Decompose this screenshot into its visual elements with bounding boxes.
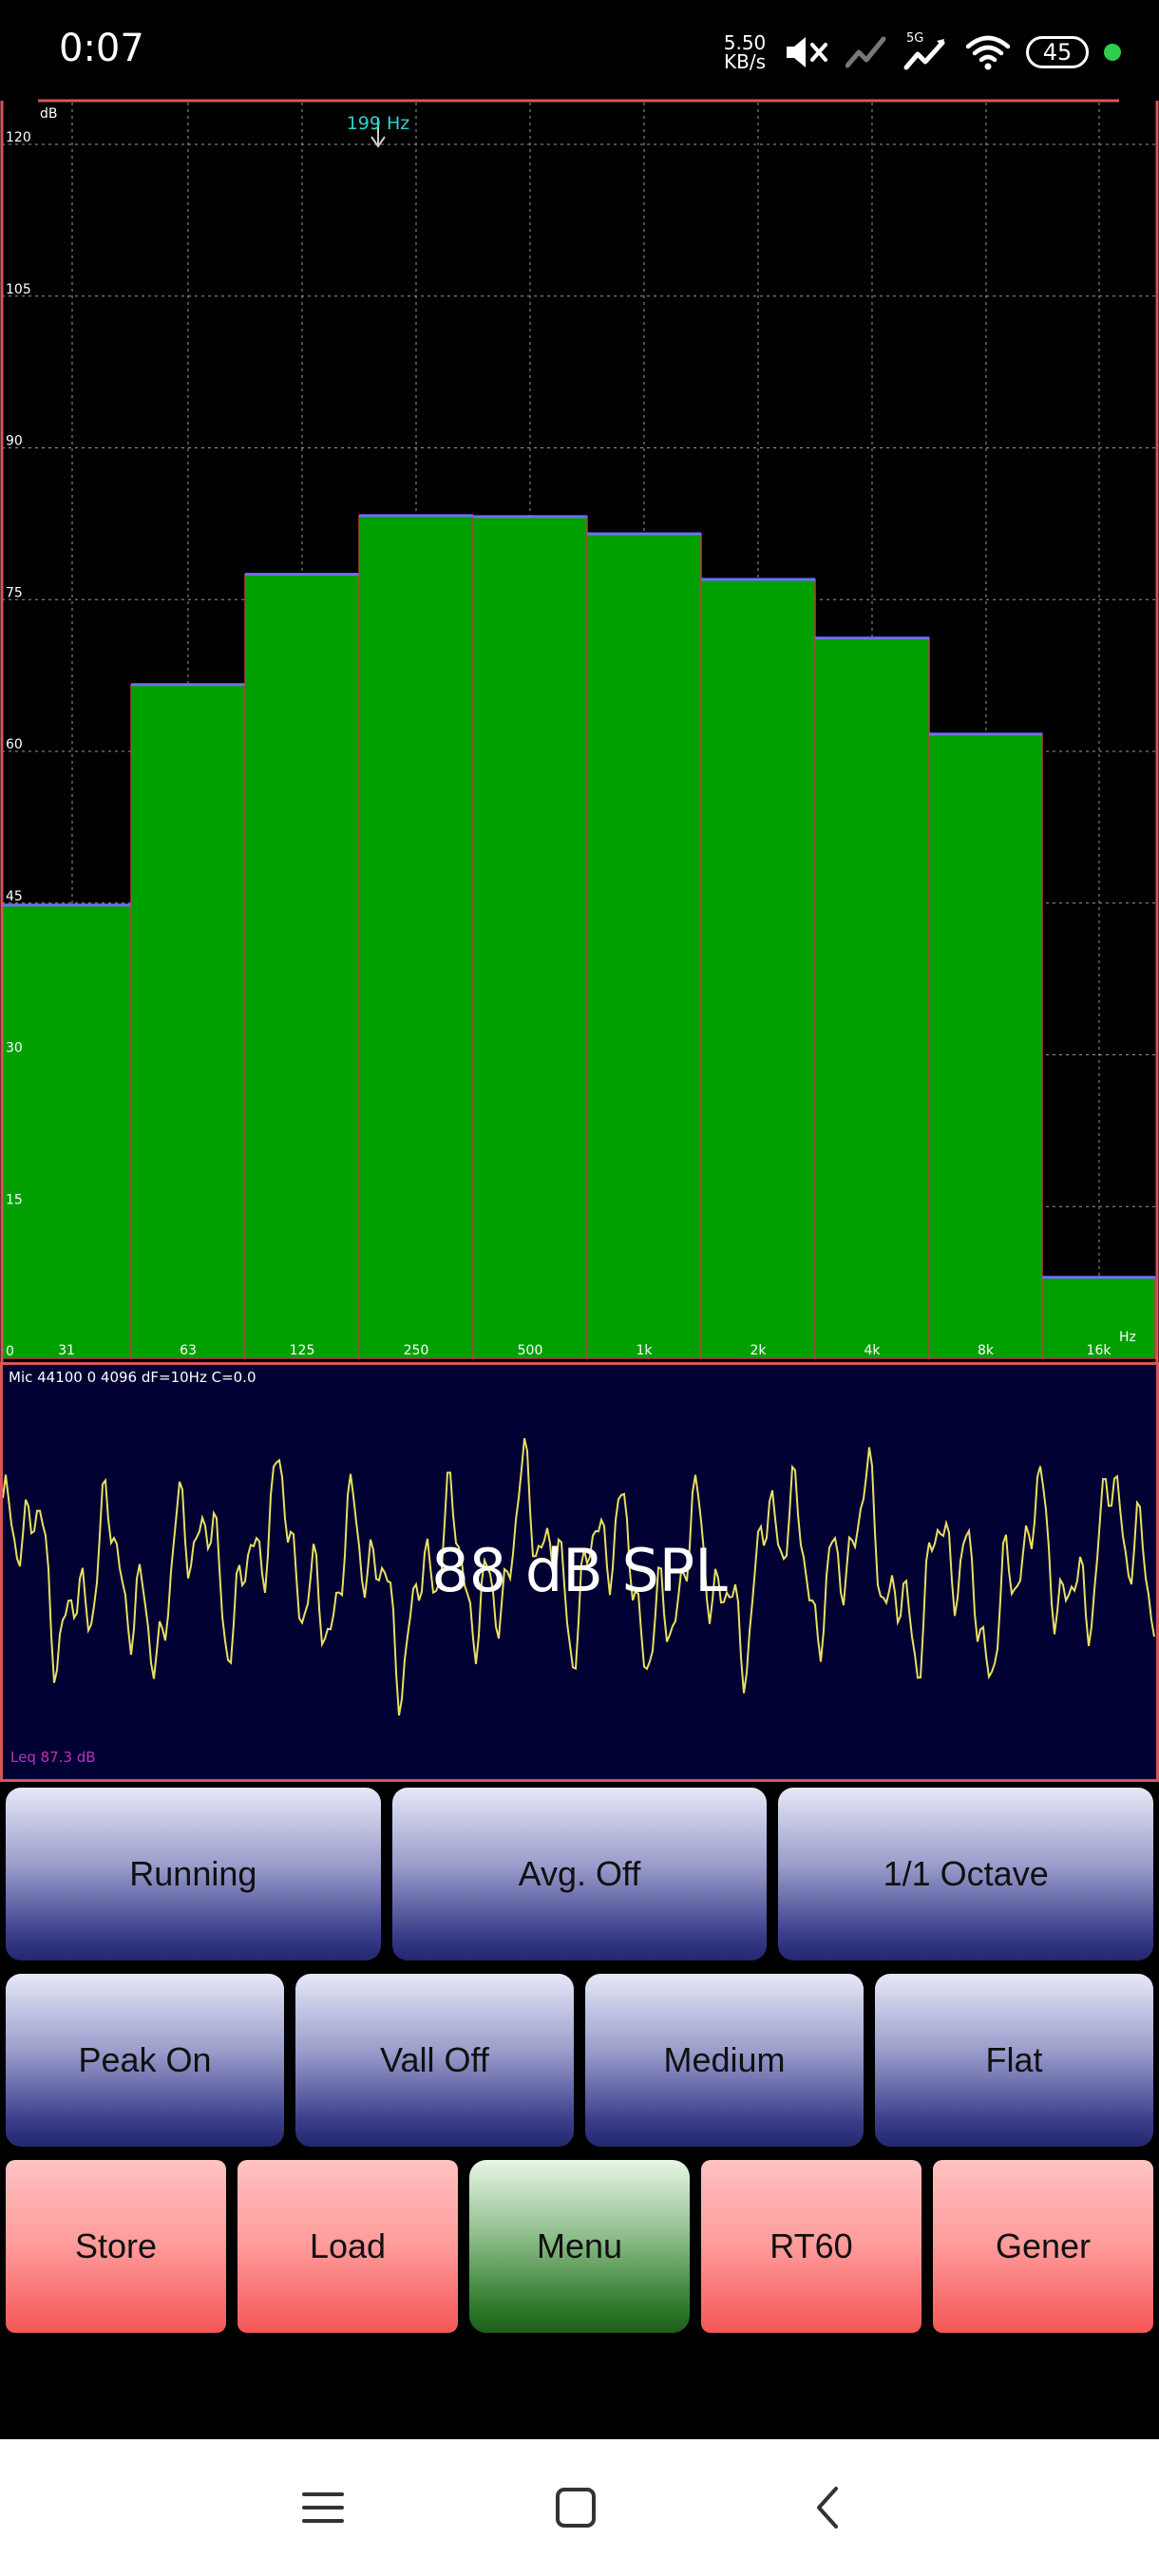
spectrum-panel[interactable]: 0 15 30 45 60 75 90 105 120 31 63 125 250 500 1k 2k 4k 8k… <box>0 99 1159 1362</box>
x-tick-label: 2k <box>750 1343 767 1358</box>
y-tick-label: 90 <box>6 434 23 449</box>
mute-icon <box>787 37 827 67</box>
button-row-3: Store Load Menu RT60 Gener <box>0 2160 1159 2333</box>
leq-label: Leq 87.3 dB <box>10 1749 96 1766</box>
signal-5g-icon: 5G <box>902 31 950 71</box>
weighting-button[interactable]: Flat <box>875 1974 1153 2147</box>
status-time: 0:07 <box>59 27 144 70</box>
spectrum-bar-4k <box>814 636 930 1359</box>
x-tick-label: 16k <box>1087 1343 1112 1358</box>
menu-button[interactable]: Menu <box>469 2160 690 2333</box>
y-tick-label: 120 <box>6 130 31 145</box>
spectrum-bar-63 <box>130 683 246 1359</box>
y-tick-label: 0 <box>6 1344 14 1359</box>
menu-icon[interactable] <box>300 2485 346 2530</box>
store-button[interactable]: Store <box>6 2160 226 2333</box>
privacy-dot-icon <box>1104 44 1121 61</box>
home-icon[interactable] <box>553 2485 598 2530</box>
x-tick-label: 8k <box>978 1343 995 1358</box>
spectrum-bar-500 <box>472 516 588 1359</box>
spectrum-chart[interactable]: 0 15 30 45 60 75 90 105 120 31 63 125 250 500 1k 2k 4k 8k… <box>0 99 1159 1362</box>
running-button[interactable]: Running <box>6 1788 381 1960</box>
speed-button[interactable]: Medium <box>585 1974 864 2147</box>
x-tick-label: 31 <box>58 1343 75 1358</box>
oscilloscope-panel[interactable]: Mic 44100 0 4096 dF=10Hz C=0.0 88 dB SPL… <box>0 1362 1159 1782</box>
y-tick-label: 60 <box>6 737 23 752</box>
button-row-2: Peak On Vall Off Medium Flat <box>0 1974 1159 2147</box>
button-row-1: Running Avg. Off 1/1 Octave <box>0 1788 1159 1960</box>
mic-info: Mic 44100 0 4096 dF=10Hz C=0.0 <box>9 1369 256 1386</box>
signal-icon <box>846 36 886 68</box>
y-tick-label: 30 <box>6 1041 23 1056</box>
spectrum-bar-2k <box>700 578 816 1359</box>
y-tick-label: 105 <box>6 282 31 297</box>
x-tick-label: 63 <box>180 1343 197 1358</box>
x-tick-label: 500 <box>518 1343 543 1358</box>
rt60-button[interactable]: RT60 <box>701 2160 922 2333</box>
battery-icon: 45 <box>1026 36 1089 68</box>
x-tick-label: 125 <box>290 1343 315 1358</box>
spectrum-bar-31 <box>1 904 132 1359</box>
spectrum-bar-125 <box>244 573 360 1359</box>
status-bar: 0:07 5.50 KB/s 5G 45 <box>0 0 1159 99</box>
average-button[interactable]: Avg. Off <box>391 1788 768 1960</box>
y-tick-label: 75 <box>6 585 23 600</box>
octave-button[interactable]: 1/1 Octave <box>778 1788 1154 1960</box>
x-unit-label: Hz <box>1119 1330 1136 1345</box>
y-unit-label: dB <box>40 106 58 122</box>
spectrum-bar-8k <box>928 733 1043 1359</box>
wifi-icon <box>965 35 1011 70</box>
y-tick-label: 45 <box>6 889 23 904</box>
back-icon[interactable] <box>806 2485 851 2530</box>
generator-button[interactable]: Gener <box>933 2160 1153 2333</box>
navigation-bar <box>0 2439 1159 2576</box>
net-speed-value: 5.50 <box>723 31 767 54</box>
x-tick-label: 250 <box>404 1343 429 1358</box>
x-tick-label: 4k <box>864 1343 881 1358</box>
spectrum-bar-250 <box>358 515 474 1359</box>
spectrum-bar-1k <box>586 533 702 1359</box>
frequency-marker-label: 199 Hz <box>347 113 410 134</box>
load-button[interactable]: Load <box>238 2160 458 2333</box>
status-icons: 5.50 KB/s 5G 45 <box>722 28 1121 76</box>
valley-button[interactable]: Vall Off <box>295 1974 574 2147</box>
net-speed: 5.50 KB/s <box>722 33 768 71</box>
spl-readout: 88 dB SPL <box>431 1536 728 1605</box>
peak-button[interactable]: Peak On <box>6 1974 284 2147</box>
x-tick-label: 1k <box>636 1343 653 1358</box>
net-speed-unit: KB/s <box>724 50 766 73</box>
y-tick-label: 15 <box>6 1192 23 1207</box>
